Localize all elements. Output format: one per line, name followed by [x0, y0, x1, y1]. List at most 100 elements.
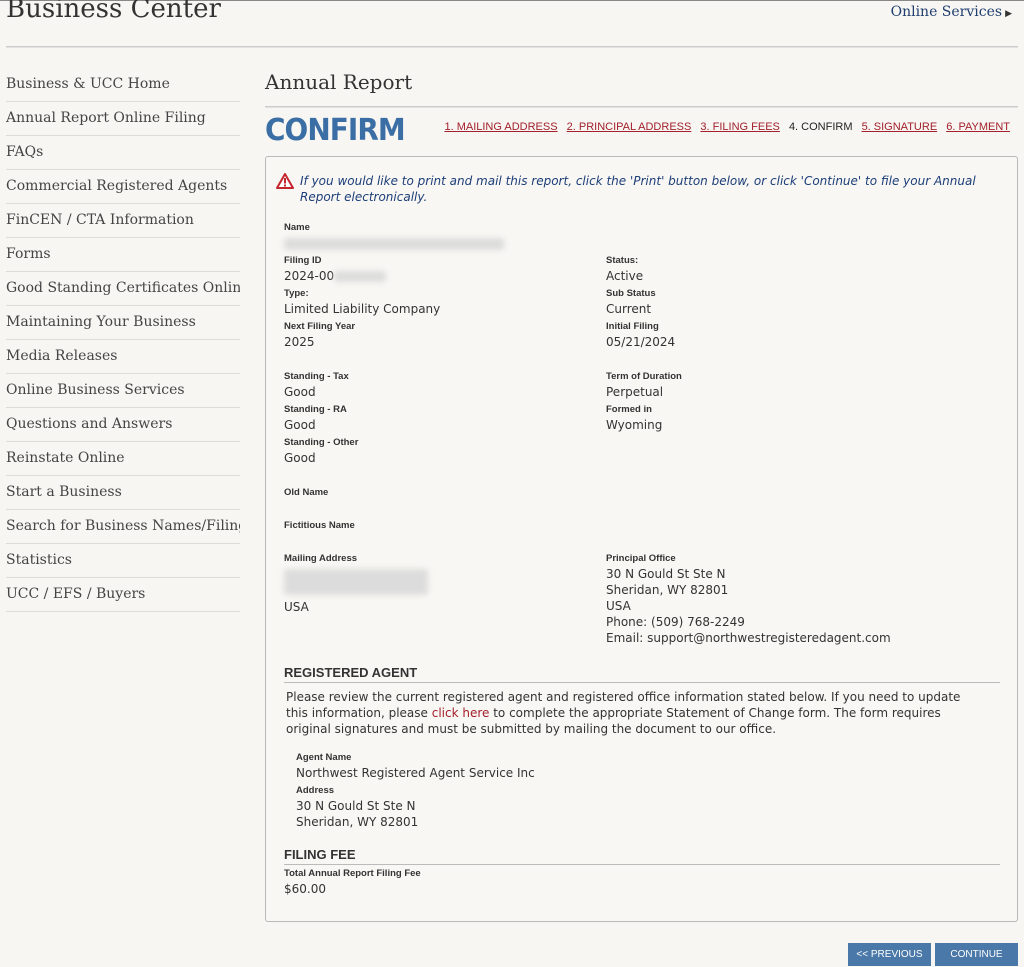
filing-id-redacted [334, 271, 387, 282]
principal-line1: 30 N Gould St Ste N [606, 567, 726, 581]
sub-status-value: Current [606, 302, 652, 316]
site-title: Business Center [6, 0, 221, 24]
step-confirm: 4. CONFIRM [788, 121, 853, 133]
previous-button[interactable]: << PREVIOUS [848, 943, 931, 966]
sidebar-item-maintaining[interactable]: Maintaining Your Business [6, 306, 240, 340]
notice-text: If you would like to print and mail this… [300, 174, 976, 204]
continue-button[interactable]: CONTINUE [935, 943, 1018, 966]
online-services-link[interactable]: Online Services ▶ [891, 4, 1012, 20]
sidebar-item-good-standing[interactable]: Good Standing Certificates Online [6, 272, 240, 306]
initial-filing-field: Initial Filing 05/21/2024 [606, 320, 675, 350]
step-tracker: 1. MAILING ADDRESS 2. PRINCIPAL ADDRESS … [438, 121, 1010, 133]
formed-in-value: Wyoming [606, 418, 663, 432]
formed-in-label: Formed in [606, 404, 652, 415]
sidebar-nav: Business & UCC Home Annual Report Online… [6, 68, 240, 612]
mailing-address-field: Mailing Address USA [284, 552, 428, 615]
old-name-field: Old Name [284, 486, 328, 500]
registered-agent-heading: REGISTERED AGENT [284, 665, 1000, 683]
term-field: Term of Duration Perpetual [606, 370, 682, 400]
name-field: Name [284, 221, 504, 254]
registered-agent-text: Please review the current registered age… [286, 689, 986, 737]
standing-tax-label: Standing - Tax [284, 371, 349, 382]
principal-phone: Phone: (509) 768-2249 [606, 615, 745, 629]
standing-ra-value: Good [284, 418, 316, 432]
sidebar-item-annual-report[interactable]: Annual Report Online Filing [6, 102, 240, 136]
filing-id-label: Filing ID [284, 255, 322, 266]
standing-ra-label: Standing - RA [284, 404, 347, 415]
filing-id-field: Filing ID 2024-00 [284, 254, 387, 284]
mailing-country: USA [284, 600, 309, 614]
old-name-label: Old Name [284, 487, 329, 498]
filing-fee-field: Total Annual Report Filing Fee $60.00 [284, 867, 421, 897]
sidebar-item-ucc[interactable]: UCC / EFS / Buyers [6, 578, 240, 612]
filing-fee-heading: FILING FEE [284, 847, 1000, 865]
step-filing-fees[interactable]: 3. FILING FEES [700, 121, 779, 133]
triangle-right-icon: ▶ [1005, 9, 1012, 19]
sidebar-item-faqs[interactable]: FAQs [6, 136, 240, 170]
sidebar-item-fincen[interactable]: FinCEN / CTA Information [6, 204, 240, 238]
name-label: Name [284, 222, 310, 233]
click-here-link[interactable]: click here [432, 706, 490, 720]
type-field: Type: Limited Liability Company [284, 287, 440, 317]
sub-status-field: Sub Status Current [606, 287, 656, 317]
filing-id-value: 2024-00 [284, 269, 335, 283]
next-filing-value: 2025 [284, 335, 315, 349]
initial-filing-label: Initial Filing [606, 321, 659, 332]
initial-filing-value: 05/21/2024 [606, 335, 676, 349]
agent-name-value: Northwest Registered Agent Service Inc [296, 766, 535, 780]
filing-fee-value: $60.00 [284, 882, 326, 896]
step-mailing-address[interactable]: 1. MAILING ADDRESS [444, 121, 557, 133]
standing-ra-field: Standing - RA Good [284, 403, 347, 433]
sidebar-item-registered-agents[interactable]: Commercial Registered Agents [6, 170, 240, 204]
sidebar-item-forms[interactable]: Forms [6, 238, 240, 272]
status-value: Active [606, 269, 644, 283]
agent-name-field: Agent Name Northwest Registered Agent Se… [296, 751, 535, 781]
header-divider [6, 46, 1018, 48]
sidebar-item-questions[interactable]: Questions and Answers [6, 408, 240, 442]
sidebar-item-business-ucc-home[interactable]: Business & UCC Home [6, 68, 240, 102]
standing-other-value: Good [284, 451, 316, 465]
next-filing-field: Next Filing Year 2025 [284, 320, 355, 350]
confirm-panel: If you would like to print and mail this… [265, 156, 1018, 922]
online-services-label: Online Services [890, 4, 1003, 20]
term-label: Term of Duration [606, 371, 682, 382]
standing-other-field: Standing - Other Good [284, 436, 358, 466]
sub-status-label: Sub Status [606, 288, 656, 299]
agent-address-line2: Sheridan, WY 82801 [296, 815, 419, 829]
step-principal-address[interactable]: 2. PRINCIPAL ADDRESS [567, 121, 692, 133]
principal-office-field: Principal Office 30 N Gould St Ste N She… [606, 552, 891, 646]
sidebar-item-statistics[interactable]: Statistics [6, 544, 240, 578]
title-divider [265, 106, 1018, 108]
sidebar-item-start-business[interactable]: Start a Business [6, 476, 240, 510]
mailing-address-redacted [284, 569, 428, 595]
principal-office-label: Principal Office [606, 553, 676, 564]
agent-name-label: Agent Name [296, 752, 352, 763]
standing-tax-value: Good [284, 385, 316, 399]
warning-triangle-icon [276, 173, 294, 189]
agent-address-line1: 30 N Gould St Ste N [296, 799, 416, 813]
principal-email: Email: support@northwestregisteredagent.… [606, 631, 891, 645]
fictitious-name-label: Fictitious Name [284, 520, 355, 531]
step-payment[interactable]: 6. PAYMENT [946, 121, 1010, 133]
standing-tax-field: Standing - Tax Good [284, 370, 349, 400]
fictitious-name-field: Fictitious Name [284, 519, 355, 533]
page-title: Annual Report [265, 70, 413, 94]
status-label: Status: [606, 255, 639, 266]
sidebar-item-reinstate[interactable]: Reinstate Online [6, 442, 240, 476]
principal-line2: Sheridan, WY 82801 [606, 583, 729, 597]
sidebar-item-online-services[interactable]: Online Business Services [6, 374, 240, 408]
sidebar-item-search[interactable]: Search for Business Names/Filings [6, 510, 240, 544]
name-redacted [284, 238, 504, 250]
agent-address-label: Address [296, 785, 335, 796]
type-label: Type: [284, 288, 309, 299]
mailing-address-label: Mailing Address [284, 553, 358, 564]
next-filing-label: Next Filing Year [284, 321, 356, 332]
formed-in-field: Formed in Wyoming [606, 403, 662, 433]
step-signature[interactable]: 5. SIGNATURE [862, 121, 938, 133]
principal-country: USA [606, 599, 631, 613]
term-value: Perpetual [606, 385, 664, 399]
sidebar-item-media-releases[interactable]: Media Releases [6, 340, 240, 374]
type-value: Limited Liability Company [284, 302, 441, 316]
step-heading: CONFIRM [265, 113, 406, 148]
filing-fee-label: Total Annual Report Filing Fee [284, 868, 421, 879]
